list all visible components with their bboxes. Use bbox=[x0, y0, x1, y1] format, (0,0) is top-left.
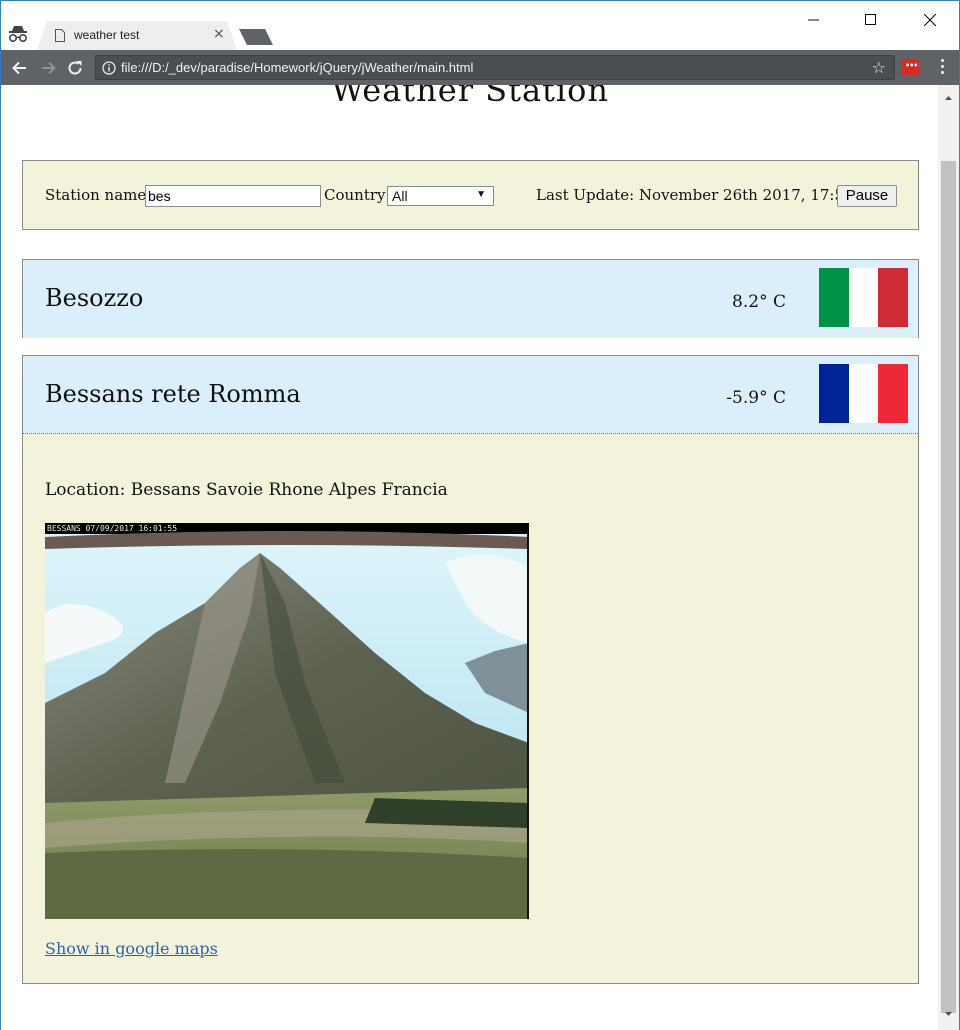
document-icon bbox=[55, 29, 65, 42]
extension-button[interactable]: ••• bbox=[901, 59, 919, 75]
station-card[interactable]: Bessans rete Romma -5.9° C Location: Bes… bbox=[22, 355, 919, 984]
back-arrow-icon[interactable] bbox=[11, 59, 29, 77]
url-text: file:///D:/_dev/paradise/Homework/jQuery… bbox=[121, 60, 474, 75]
station-temperature: 8.2° C bbox=[732, 292, 786, 312]
station-header[interactable]: Bessans rete Romma -5.9° C bbox=[23, 356, 918, 434]
info-icon[interactable] bbox=[102, 61, 116, 75]
tab-close-icon[interactable]: × bbox=[213, 26, 225, 42]
reload-icon[interactable] bbox=[66, 59, 84, 77]
station-header[interactable]: Besozzo 8.2° C bbox=[23, 260, 918, 338]
scroll-up-icon[interactable] bbox=[938, 89, 959, 107]
browser-toolbar: file:///D:/_dev/paradise/Homework/jQuery… bbox=[0, 50, 960, 85]
incognito-icon bbox=[8, 26, 28, 43]
scrollbar-thumb[interactable] bbox=[941, 161, 956, 1013]
italy-flag-icon bbox=[819, 268, 909, 327]
google-maps-link[interactable]: Show in google maps bbox=[45, 939, 218, 958]
tab-title: weather test bbox=[74, 28, 140, 42]
station-temperature: -5.9° C bbox=[726, 388, 786, 408]
country-label: Country bbox=[324, 186, 386, 204]
country-selected-value: All bbox=[392, 188, 408, 204]
last-update-text: Last Update: November 26th 2017, 17:58:1… bbox=[536, 186, 878, 204]
search-panel: Station name Country All ▼ Last Update: … bbox=[22, 160, 919, 230]
page-viewport: Weather Station Station name Country All… bbox=[0, 85, 938, 1030]
star-icon[interactable]: ☆ bbox=[872, 58, 886, 77]
address-bar[interactable]: file:///D:/_dev/paradise/Homework/jQuery… bbox=[95, 55, 895, 80]
close-window-button[interactable] bbox=[907, 9, 953, 31]
scroll-down-icon[interactable] bbox=[938, 1005, 959, 1023]
station-name: Besozzo bbox=[45, 284, 144, 312]
station-name-input[interactable] bbox=[145, 185, 321, 207]
station-location: Location: Bessans Savoie Rhone Alpes Fra… bbox=[45, 480, 448, 500]
station-name: Bessans rete Romma bbox=[45, 380, 301, 408]
maximize-button[interactable] bbox=[848, 9, 894, 31]
vertical-scrollbar[interactable] bbox=[938, 85, 960, 1030]
station-name-label: Station name bbox=[45, 186, 147, 204]
extension-label: ••• bbox=[905, 61, 918, 70]
mountain-photo bbox=[45, 523, 529, 919]
new-tab-button[interactable] bbox=[239, 29, 273, 45]
france-flag-icon bbox=[819, 364, 909, 423]
dropdown-arrow-icon: ▼ bbox=[476, 189, 486, 200]
minimize-button[interactable] bbox=[791, 9, 837, 31]
webcam-timestamp: BESSANS 07/09/2017 16:01:55 bbox=[47, 524, 178, 533]
country-select[interactable]: All ▼ bbox=[387, 186, 494, 206]
station-card[interactable]: Besozzo 8.2° C bbox=[22, 259, 919, 338]
pause-button[interactable]: Pause bbox=[837, 185, 897, 207]
forward-arrow-icon[interactable] bbox=[39, 59, 57, 77]
webcam-image: BESSANS 07/09/2017 16:01:55 bbox=[45, 523, 529, 919]
window-titlebar: weather test × bbox=[0, 0, 960, 51]
browser-tab[interactable]: weather test × bbox=[37, 21, 237, 51]
close-icon bbox=[924, 14, 936, 26]
maximize-icon bbox=[865, 14, 876, 25]
minimize-icon bbox=[808, 19, 819, 21]
page-title: Weather Station bbox=[331, 85, 609, 109]
kebab-menu-icon[interactable] bbox=[938, 58, 946, 76]
